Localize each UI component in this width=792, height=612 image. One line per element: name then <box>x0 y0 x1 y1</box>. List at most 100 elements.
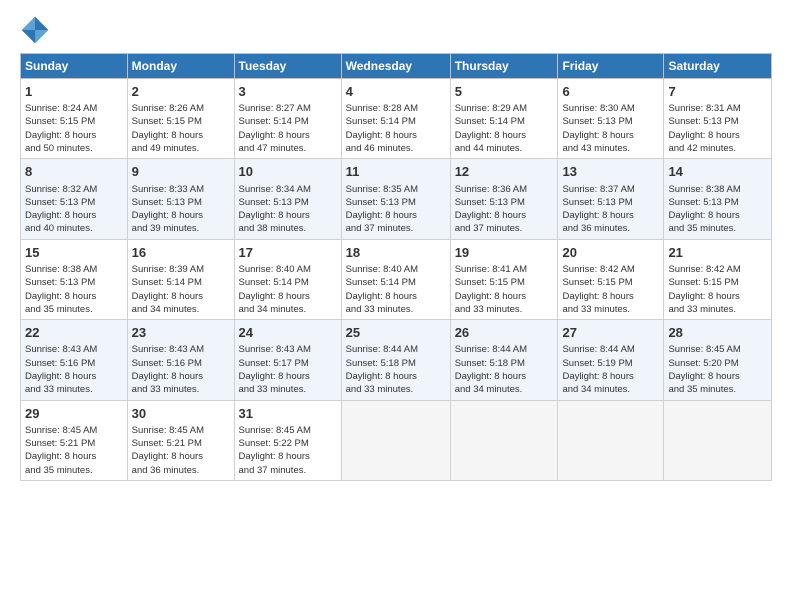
weekday-header-friday: Friday <box>558 54 664 79</box>
day-number: 17 <box>239 244 337 262</box>
calendar-cell <box>558 400 664 480</box>
day-number: 5 <box>455 83 554 101</box>
day-number: 15 <box>25 244 123 262</box>
day-number: 25 <box>346 324 446 342</box>
calendar-cell: 12 Sunrise: 8:36 AM Sunset: 5:13 PM Dayli… <box>450 159 558 239</box>
day-info: Sunrise: 8:29 AM Sunset: 5:14 PM Dayligh… <box>455 102 554 155</box>
day-info: Sunrise: 8:42 AM Sunset: 5:15 PM Dayligh… <box>562 263 659 316</box>
day-info: Sunrise: 8:30 AM Sunset: 5:13 PM Dayligh… <box>562 102 659 155</box>
day-number: 10 <box>239 163 337 181</box>
day-number: 24 <box>239 324 337 342</box>
day-number: 20 <box>562 244 659 262</box>
calendar-cell <box>664 400 772 480</box>
day-info: Sunrise: 8:27 AM Sunset: 5:14 PM Dayligh… <box>239 102 337 155</box>
calendar-cell: 17Sunrise: 8:40 AM Sunset: 5:14 PM Dayli… <box>234 239 341 319</box>
day-info: Sunrise: 8:45 AM Sunset: 5:22 PM Dayligh… <box>239 424 337 477</box>
calendar-week-1: 1Sunrise: 8:24 AM Sunset: 5:15 PM Daylig… <box>21 79 772 159</box>
day-number: 4 <box>346 83 446 101</box>
calendar-cell: 23Sunrise: 8:43 AM Sunset: 5:16 PM Dayli… <box>127 320 234 400</box>
calendar-cell: 9Sunrise: 8:33 AM Sunset: 5:13 PM Daylig… <box>127 159 234 239</box>
day-info: Sunrise: 8:41 AM Sunset: 5:15 PM Dayligh… <box>455 263 554 316</box>
logo <box>20 15 54 45</box>
day-info: Sunrise: 8:36 AM Sunset: 5:13 PM Dayligh… <box>455 183 554 236</box>
calendar-cell: 30Sunrise: 8:45 AM Sunset: 5:21 PM Dayli… <box>127 400 234 480</box>
day-info: Sunrise: 8:44 AM Sunset: 5:19 PM Dayligh… <box>562 343 659 396</box>
day-number: 3 <box>239 83 337 101</box>
day-number: 14 <box>668 163 767 181</box>
calendar-cell: 26Sunrise: 8:44 AM Sunset: 5:18 PM Dayli… <box>450 320 558 400</box>
weekday-header-thursday: Thursday <box>450 54 558 79</box>
calendar: SundayMondayTuesdayWednesdayThursdayFrid… <box>20 53 772 481</box>
calendar-cell: 29Sunrise: 8:45 AM Sunset: 5:21 PM Dayli… <box>21 400 128 480</box>
day-number: 22 <box>25 324 123 342</box>
calendar-cell: 21Sunrise: 8:42 AM Sunset: 5:15 PM Dayli… <box>664 239 772 319</box>
day-info: Sunrise: 8:42 AM Sunset: 5:15 PM Dayligh… <box>668 263 767 316</box>
day-info: Sunrise: 8:43 AM Sunset: 5:17 PM Dayligh… <box>239 343 337 396</box>
day-number: 19 <box>455 244 554 262</box>
day-number: 1 <box>25 83 123 101</box>
day-number: 13 <box>562 163 659 181</box>
day-info: Sunrise: 8:43 AM Sunset: 5:16 PM Dayligh… <box>132 343 230 396</box>
day-info: Sunrise: 8:44 AM Sunset: 5:18 PM Dayligh… <box>346 343 446 396</box>
calendar-cell: 16Sunrise: 8:39 AM Sunset: 5:14 PM Dayli… <box>127 239 234 319</box>
logo-icon <box>20 15 50 45</box>
day-number: 28 <box>668 324 767 342</box>
weekday-header-tuesday: Tuesday <box>234 54 341 79</box>
calendar-cell: 27Sunrise: 8:44 AM Sunset: 5:19 PM Dayli… <box>558 320 664 400</box>
calendar-cell: 20Sunrise: 8:42 AM Sunset: 5:15 PM Dayli… <box>558 239 664 319</box>
day-info: Sunrise: 8:32 AM Sunset: 5:13 PM Dayligh… <box>25 183 123 236</box>
day-info: Sunrise: 8:45 AM Sunset: 5:20 PM Dayligh… <box>668 343 767 396</box>
day-number: 16 <box>132 244 230 262</box>
page: SundayMondayTuesdayWednesdayThursdayFrid… <box>0 0 792 612</box>
calendar-cell <box>341 400 450 480</box>
day-info: Sunrise: 8:45 AM Sunset: 5:21 PM Dayligh… <box>132 424 230 477</box>
day-number: 18 <box>346 244 446 262</box>
weekday-header-sunday: Sunday <box>21 54 128 79</box>
day-number: 27 <box>562 324 659 342</box>
day-number: 9 <box>132 163 230 181</box>
calendar-cell: 10 Sunrise: 8:34 AM Sunset: 5:13 PM Dayli… <box>234 159 341 239</box>
weekday-header-monday: Monday <box>127 54 234 79</box>
day-number: 12 <box>455 163 554 181</box>
calendar-cell: 14 Sunrise: 8:38 AM Sunset: 5:13 PM Dayli… <box>664 159 772 239</box>
day-info: Sunrise: 8:28 AM Sunset: 5:14 PM Dayligh… <box>346 102 446 155</box>
day-number: 23 <box>132 324 230 342</box>
day-info: Sunrise: 8:40 AM Sunset: 5:14 PM Dayligh… <box>346 263 446 316</box>
day-info: Sunrise: 8:43 AM Sunset: 5:16 PM Dayligh… <box>25 343 123 396</box>
day-info: Sunrise: 8:40 AM Sunset: 5:14 PM Dayligh… <box>239 263 337 316</box>
calendar-cell: 11Sunrise: 8:35 AM Sunset: 5:13 PM Dayli… <box>341 159 450 239</box>
day-info: Sunrise: 8:44 AM Sunset: 5:18 PM Dayligh… <box>455 343 554 396</box>
weekday-header-wednesday: Wednesday <box>341 54 450 79</box>
header <box>20 15 772 45</box>
calendar-cell: 6Sunrise: 8:30 AM Sunset: 5:13 PM Daylig… <box>558 79 664 159</box>
calendar-cell: 2Sunrise: 8:26 AM Sunset: 5:15 PM Daylig… <box>127 79 234 159</box>
day-number: 8 <box>25 163 123 181</box>
calendar-cell: 31Sunrise: 8:45 AM Sunset: 5:22 PM Dayli… <box>234 400 341 480</box>
calendar-week-2: 8 Sunrise: 8:32 AM Sunset: 5:13 PM Daylig… <box>21 159 772 239</box>
calendar-cell: 22Sunrise: 8:43 AM Sunset: 5:16 PM Dayli… <box>21 320 128 400</box>
day-info: Sunrise: 8:24 AM Sunset: 5:15 PM Dayligh… <box>25 102 123 155</box>
calendar-cell: 18Sunrise: 8:40 AM Sunset: 5:14 PM Dayli… <box>341 239 450 319</box>
calendar-cell: 4Sunrise: 8:28 AM Sunset: 5:14 PM Daylig… <box>341 79 450 159</box>
calendar-cell <box>450 400 558 480</box>
calendar-cell: 24Sunrise: 8:43 AM Sunset: 5:17 PM Dayli… <box>234 320 341 400</box>
calendar-cell: 13Sunrise: 8:37 AM Sunset: 5:13 PM Dayli… <box>558 159 664 239</box>
day-info: Sunrise: 8:35 AM Sunset: 5:13 PM Dayligh… <box>346 183 446 236</box>
calendar-cell: 15Sunrise: 8:38 AM Sunset: 5:13 PM Dayli… <box>21 239 128 319</box>
weekday-header-row: SundayMondayTuesdayWednesdayThursdayFrid… <box>21 54 772 79</box>
calendar-cell: 8 Sunrise: 8:32 AM Sunset: 5:13 PM Daylig… <box>21 159 128 239</box>
day-info: Sunrise: 8:38 AM Sunset: 5:13 PM Dayligh… <box>668 183 767 236</box>
calendar-cell: 7Sunrise: 8:31 AM Sunset: 5:13 PM Daylig… <box>664 79 772 159</box>
day-info: Sunrise: 8:34 AM Sunset: 5:13 PM Dayligh… <box>239 183 337 236</box>
day-info: Sunrise: 8:39 AM Sunset: 5:14 PM Dayligh… <box>132 263 230 316</box>
calendar-cell: 25Sunrise: 8:44 AM Sunset: 5:18 PM Dayli… <box>341 320 450 400</box>
calendar-cell: 28Sunrise: 8:45 AM Sunset: 5:20 PM Dayli… <box>664 320 772 400</box>
day-number: 30 <box>132 405 230 423</box>
weekday-header-saturday: Saturday <box>664 54 772 79</box>
day-number: 2 <box>132 83 230 101</box>
day-info: Sunrise: 8:26 AM Sunset: 5:15 PM Dayligh… <box>132 102 230 155</box>
day-number: 7 <box>668 83 767 101</box>
day-info: Sunrise: 8:31 AM Sunset: 5:13 PM Dayligh… <box>668 102 767 155</box>
calendar-week-5: 29Sunrise: 8:45 AM Sunset: 5:21 PM Dayli… <box>21 400 772 480</box>
day-info: Sunrise: 8:45 AM Sunset: 5:21 PM Dayligh… <box>25 424 123 477</box>
